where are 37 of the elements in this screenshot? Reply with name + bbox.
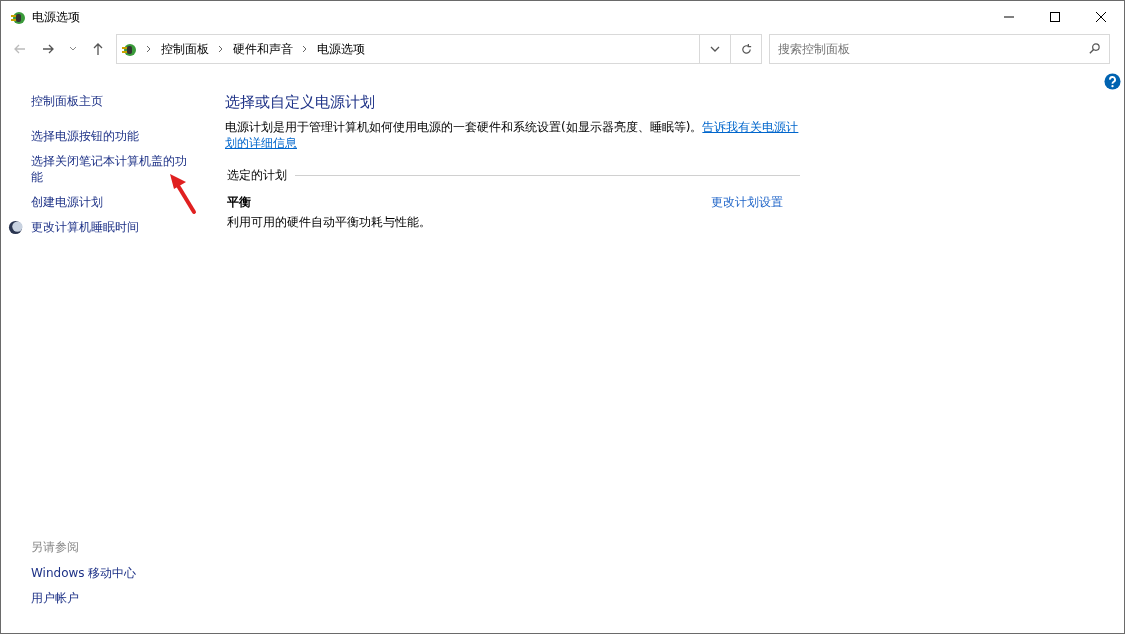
back-arrow-icon[interactable] bbox=[13, 42, 27, 56]
search-field[interactable]: 搜索控制面板 bbox=[769, 34, 1110, 64]
chevron-right-icon bbox=[302, 45, 308, 53]
control-panel-home-link[interactable]: 控制面板主页 bbox=[31, 93, 197, 109]
chevron-right-icon bbox=[146, 45, 152, 53]
sidebar-link[interactable]: 创建电源计划 bbox=[31, 194, 197, 210]
breadcrumb-item[interactable]: 电源选项 bbox=[317, 40, 365, 58]
window-title: 电源选项 bbox=[32, 8, 80, 26]
learn-more-link[interactable]: 划的详细信息 bbox=[225, 136, 297, 150]
change-plan-settings-link[interactable]: 更改计划设置 bbox=[711, 194, 783, 231]
breadcrumb-item[interactable]: 硬件和声音 bbox=[233, 40, 293, 58]
chevron-down-icon[interactable] bbox=[69, 45, 77, 53]
description-text: 电源计划是用于管理计算机如何使用电源的一套硬件和系统设置(如显示器亮度、睡眠等)。告诉我有关电源计 划的详细信息 bbox=[225, 119, 800, 151]
plan-description: 利用可用的硬件自动平衡功耗与性能。 bbox=[227, 214, 431, 231]
learn-more-link[interactable]: 告诉我有关电源计 bbox=[702, 120, 799, 134]
sidebar-link[interactable]: 选择电源按钮的功能 bbox=[31, 128, 197, 144]
see-also-link[interactable]: Windows 移动中心 bbox=[31, 565, 197, 581]
annotation-arrow bbox=[167, 172, 199, 216]
plan-name: 平衡 bbox=[227, 194, 252, 211]
breadcrumb-item[interactable]: 控制面板 bbox=[161, 40, 209, 58]
refresh-icon bbox=[739, 42, 753, 56]
see-also-heading: 另请参阅 bbox=[31, 539, 80, 556]
chevron-right-icon bbox=[218, 45, 224, 53]
forward-arrow-icon[interactable] bbox=[41, 42, 55, 56]
sidebar-link[interactable]: 更改计算机睡眠时间 bbox=[31, 219, 197, 235]
page-heading: 选择或自定义电源计划 bbox=[225, 93, 376, 112]
sidebar-link[interactable]: 选择关闭笔记本计算机盖的功能 bbox=[31, 153, 197, 185]
chevron-down-icon bbox=[710, 44, 720, 54]
up-arrow-icon[interactable] bbox=[91, 42, 105, 56]
help-icon[interactable] bbox=[1104, 73, 1121, 90]
power-plug-icon bbox=[121, 41, 137, 57]
power-plug-icon bbox=[10, 9, 26, 25]
moon-icon bbox=[8, 220, 23, 235]
section-label: 选定的计划 bbox=[227, 167, 287, 184]
address-bar[interactable]: 控制面板 硬件和声音 电源选项 bbox=[116, 34, 762, 64]
see-also-link[interactable]: 用户帐户 bbox=[31, 590, 197, 606]
search-icon bbox=[1088, 42, 1101, 55]
